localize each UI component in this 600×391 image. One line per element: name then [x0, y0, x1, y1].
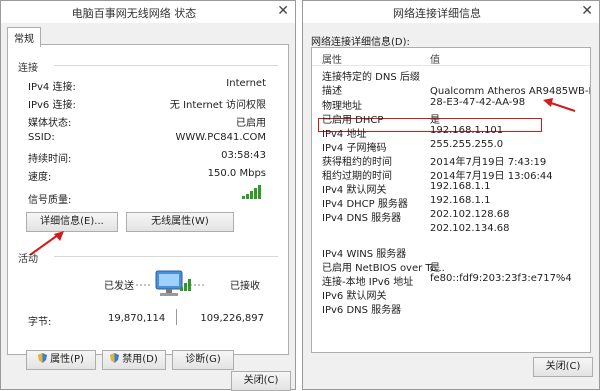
table-row[interactable]: IPv6 DNS 服务器 [312, 301, 590, 316]
disable-button[interactable]: 禁用(D) [102, 350, 166, 370]
shield-icon [110, 353, 120, 363]
network-computer-icon [136, 270, 206, 296]
status-dialog-title: 电脑百事网无线网络 状态 [71, 7, 197, 20]
column-header-value[interactable]: 值 [430, 51, 440, 66]
table-row[interactable]: IPv6 默认网关 [312, 287, 590, 302]
speed-value: 150.0 Mbps [207, 168, 266, 179]
bytes-label: 字节: [28, 317, 52, 328]
table-row[interactable]: 连接特定的 DNS 后缀 [312, 68, 590, 83]
general-tab-panel: 连接 IPv4 连接: Internet IPv6 连接: 无 Internet… [7, 44, 289, 370]
duration-label: 持续时间: [28, 154, 72, 165]
ssid-value: WWW.PC841.COM [175, 132, 266, 143]
ipv6-connection-label: IPv6 连接: [28, 100, 76, 111]
table-row[interactable]: IPv4 DNS 服务器 202.102.128.68 [312, 209, 590, 224]
red-arrow-annotation [543, 98, 576, 112]
duration-value: 03:58:43 [221, 150, 266, 161]
table-row[interactable]: IPv4 默认网关 192.168.1.1 [312, 181, 590, 196]
table-row[interactable]: IPv4 地址 192.168.1.101 [312, 125, 590, 140]
table-row[interactable]: 租约过期的时间 2014年7月19日 13:06:44 [312, 167, 590, 182]
media-state-label: 媒体状态: [28, 118, 72, 129]
table-row[interactable]: 202.102.134.68 [312, 223, 590, 236]
signal-strength-icon [242, 185, 262, 199]
details-listview[interactable]: 属性 值 连接特定的 DNS 后缀 描述 Qualcomm Atheros AR9… [311, 47, 591, 353]
status-dialog: 电脑百事网无线网络 状态 ✕ 常规 连接 IPv4 连接: Internet I… [0, 0, 296, 391]
connection-divider [54, 65, 278, 66]
shield-icon [38, 353, 48, 363]
network-details-title: 网络连接详细信息 [393, 7, 481, 20]
close-icon[interactable]: ✕ [277, 3, 289, 19]
activity-section-label: 活动 [18, 254, 38, 265]
table-row[interactable]: IPv4 WINS 服务器 [312, 245, 590, 260]
listview-header: 属性 值 [312, 48, 590, 66]
sent-label: 已发送 [104, 281, 134, 292]
table-row[interactable]: 获得租约的时间 2014年7月19日 7:43:19 [312, 153, 590, 168]
bytes-divider [176, 309, 177, 325]
speed-label: 速度: [28, 172, 52, 183]
bytes-sent-value: 19,870,114 [108, 313, 166, 324]
ssid-label: SSID: [28, 132, 55, 143]
tab-general[interactable]: 常规 [7, 27, 41, 47]
right-close-button[interactable]: 关闭(C) [533, 357, 593, 377]
received-label: 已接收 [230, 281, 260, 292]
table-row[interactable]: 描述Qualcomm Atheros AR9485WB-EG 无线 [312, 82, 590, 97]
network-details-titlebar[interactable]: 网络连接详细信息 ✕ [303, 1, 599, 23]
table-row[interactable]: IPv4 DHCP 服务器 192.168.1.1 [312, 195, 590, 210]
wireless-properties-button[interactable]: 无线属性(W) [126, 212, 234, 232]
column-header-property[interactable]: 属性 [322, 51, 342, 66]
connection-section-label: 连接 [18, 63, 38, 74]
status-dialog-titlebar[interactable]: 电脑百事网无线网络 状态 ✕ [1, 1, 295, 23]
properties-button-label: 属性(P) [50, 354, 84, 365]
table-row[interactable]: IPv4 子网掩码 255.255.255.0 [312, 139, 590, 154]
media-state-value: 已启用 [236, 118, 266, 129]
network-details-dialog: 网络连接详细信息 ✕ 网络连接详细信息(D): 属性 值 连接特定的 DNS 后… [302, 0, 600, 390]
details-list-label: 网络连接详细信息(D): [311, 37, 410, 48]
disable-button-label: 禁用(D) [122, 354, 158, 365]
signal-quality-label: 信号质量: [28, 195, 72, 206]
properties-button[interactable]: 属性(P) [26, 350, 96, 370]
close-icon[interactable]: ✕ [581, 3, 593, 19]
ipv4-connection-label: IPv4 连接: [28, 82, 76, 93]
activity-divider [54, 256, 278, 257]
ipv6-connection-value: 无 Internet 访问权限 [169, 100, 266, 111]
ipv4-connection-value: Internet [226, 78, 266, 89]
table-row[interactable]: 连接-本地 IPv6 地址 fe80::fdf9:203:23f3:e717%4 [312, 273, 590, 288]
table-row[interactable]: 已启用 NetBIOS over Tc... 是 [312, 259, 590, 274]
left-close-button[interactable]: 关闭(C) [231, 371, 291, 391]
diagnose-button[interactable]: 诊断(G) [172, 350, 234, 370]
bytes-received-value: 109,226,897 [200, 313, 264, 324]
